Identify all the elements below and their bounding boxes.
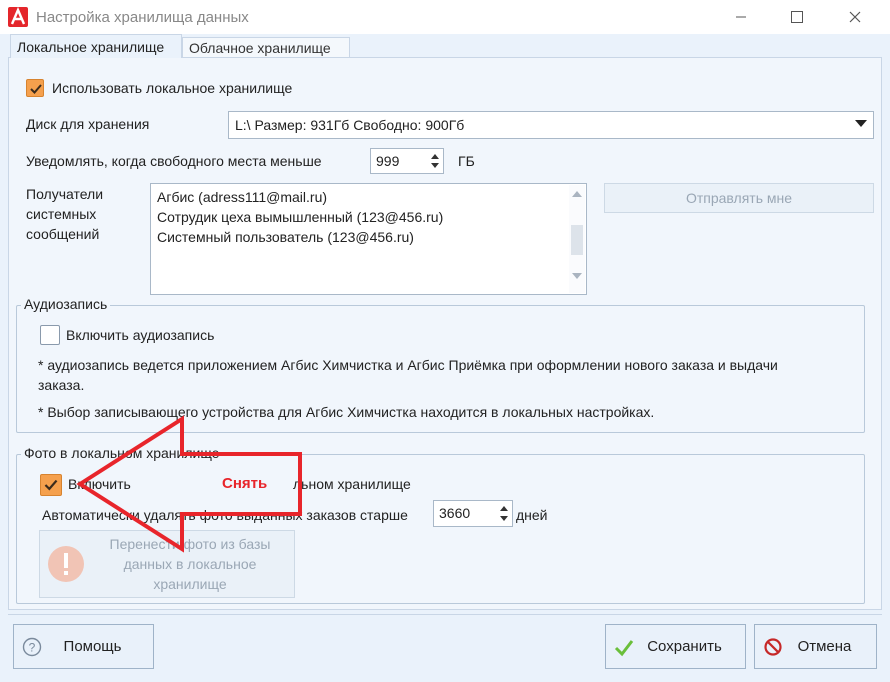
title-bar: Настройка хранилища данных [0, 0, 890, 34]
scroll-down-icon[interactable] [572, 273, 582, 279]
move-photos-line3: хранилище [153, 576, 227, 592]
send-me-button[interactable]: Отправлять мне [604, 183, 874, 213]
disk-select[interactable]: L:\ Размер: 931Гб Свободно: 900Гб [228, 111, 874, 139]
notify-threshold-value: 999 [376, 153, 400, 169]
cancel-label: Отмена [797, 638, 852, 655]
window-title: Настройка хранилища данных [36, 9, 249, 26]
checkmark-icon [30, 84, 42, 94]
scrollbar-thumb[interactable] [571, 225, 583, 255]
maximize-icon [791, 11, 803, 23]
enable-photo-label-right: льном хранилище [293, 476, 411, 492]
disk-label: Диск для хранения [26, 116, 150, 132]
send-me-label: Отправлять мне [685, 190, 793, 206]
scroll-up-icon[interactable] [572, 191, 582, 197]
notify-threshold-label: Уведомлять, когда свободного места меньш… [26, 153, 322, 169]
tab-label: Облачное хранилище [189, 39, 331, 56]
notify-unit: ГБ [458, 153, 475, 169]
tab-local-storage[interactable]: Локальное хранилище [10, 34, 182, 58]
cancel-button[interactable]: Отмена [754, 624, 877, 669]
use-local-storage-label: Использовать локальное хранилище [52, 80, 293, 96]
chevron-down-icon [855, 120, 867, 127]
svg-text:?: ? [29, 640, 36, 654]
app-logo-icon [8, 7, 28, 27]
notify-threshold-stepper[interactable]: 999 [370, 148, 444, 174]
enable-photo-checkbox[interactable] [40, 474, 62, 496]
disk-select-value: L:\ Размер: 931Гб Свободно: 900Гб [235, 117, 465, 133]
save-button[interactable]: Сохранить [605, 624, 746, 669]
recipients-label-line2: системных [26, 206, 97, 222]
spin-up-icon[interactable] [431, 154, 439, 159]
maximize-button[interactable] [774, 0, 820, 34]
tab-label: Локальное хранилище [17, 38, 165, 55]
auto-delete-days-value: 3660 [439, 505, 471, 521]
close-button[interactable] [832, 0, 878, 34]
spin-up-icon[interactable] [500, 506, 508, 511]
recipients-label-line1: Получатели [26, 186, 104, 202]
recipients-list[interactable]: Агбис (adress111@mail.ru) Сотрудик цеха … [150, 183, 587, 295]
tab-cloud-storage[interactable]: Облачное хранилище [182, 37, 350, 58]
help-icon: ? [22, 637, 42, 656]
use-local-storage-checkbox[interactable] [26, 79, 44, 97]
list-item[interactable]: Системный пользователь (123@456.ru) [157, 229, 414, 245]
check-icon [614, 639, 634, 656]
minimize-icon [736, 16, 746, 18]
annotation-label: Снять [222, 475, 268, 492]
audio-note-line1: * аудиозапись ведется приложением Агбис … [38, 357, 778, 373]
auto-delete-days-stepper[interactable]: 3660 [433, 500, 513, 527]
save-label: Сохранить [647, 638, 722, 655]
minimize-button[interactable] [718, 0, 764, 34]
recipients-label-line3: сообщений [26, 226, 100, 242]
checkmark-icon [44, 479, 58, 491]
spin-down-icon[interactable] [431, 163, 439, 168]
auto-delete-unit: дней [516, 507, 548, 523]
enable-audio-checkbox[interactable] [40, 325, 60, 345]
list-item[interactable]: Сотрудик цеха вымышленный (123@456.ru) [157, 209, 443, 225]
annotation-arrow [76, 415, 302, 553]
list-item[interactable]: Агбис (adress111@mail.ru) [157, 189, 327, 205]
help-button[interactable]: ? Помощь [13, 624, 154, 669]
spin-down-icon[interactable] [500, 516, 508, 521]
audio-note-line2: заказа. [38, 377, 85, 393]
enable-audio-label: Включить аудиозапись [66, 327, 215, 343]
footer-divider [8, 614, 882, 615]
cancel-icon [764, 637, 782, 656]
move-photos-line2: данных в локальное [123, 556, 257, 572]
recipients-scrollbar[interactable] [569, 185, 585, 293]
help-label: Помощь [63, 638, 122, 655]
audio-group-title: Аудиозапись [21, 296, 111, 312]
close-icon [849, 11, 861, 23]
